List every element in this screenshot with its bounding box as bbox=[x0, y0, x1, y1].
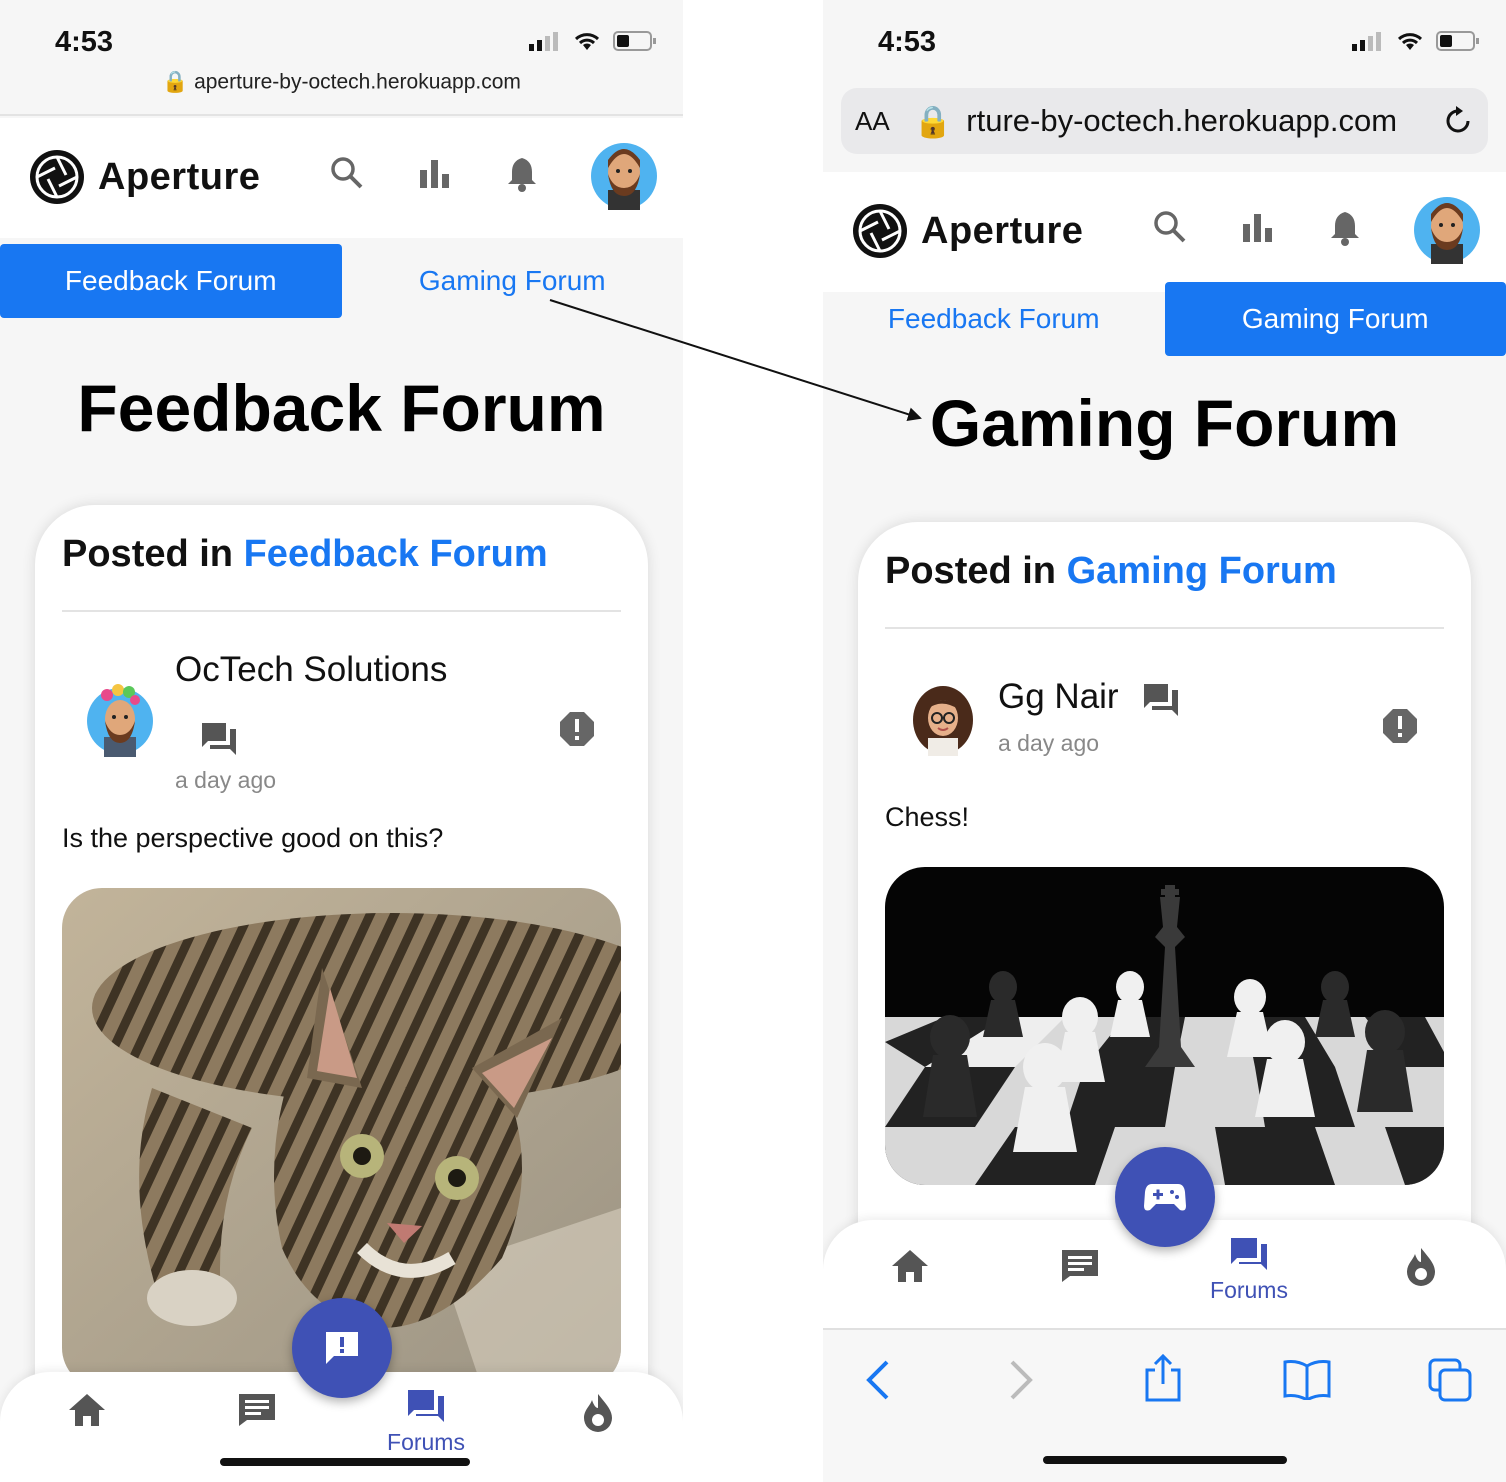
aperture-logo-icon bbox=[853, 204, 907, 258]
search-icon[interactable] bbox=[1153, 210, 1187, 244]
status-time: 4:53 bbox=[878, 26, 937, 58]
reload-icon[interactable] bbox=[1444, 105, 1474, 137]
post-text: Is the perspective good on this? bbox=[62, 823, 444, 853]
report-icon[interactable] bbox=[1382, 708, 1418, 744]
forum-tabs: Feedback Forum Gaming Forum bbox=[823, 282, 1506, 356]
post-image-chess[interactable] bbox=[885, 867, 1444, 1185]
nav-trending[interactable] bbox=[1376, 1246, 1466, 1291]
tabs-icon[interactable] bbox=[1428, 1358, 1472, 1402]
post-time: a day ago bbox=[998, 730, 1100, 756]
url-text: rture-by-octech.herokuapp.com bbox=[966, 103, 1398, 138]
divider bbox=[885, 627, 1444, 629]
chess-photo bbox=[885, 867, 1444, 1185]
home-indicator[interactable] bbox=[220, 1458, 470, 1466]
bookmarks-icon[interactable] bbox=[1283, 1358, 1331, 1400]
share-icon[interactable] bbox=[1143, 1354, 1183, 1402]
app-header: Aperture bbox=[823, 172, 1506, 292]
phone-screen-gaming: 4:53 AA 🔒 rture-by-octech.herokuapp.com … bbox=[823, 0, 1506, 1482]
url-text: aperture-by-octech.herokuapp.com bbox=[194, 70, 521, 94]
back-icon[interactable] bbox=[863, 1358, 891, 1402]
forum-chat-icon bbox=[202, 723, 236, 755]
posted-forum-link[interactable]: Feedback Forum bbox=[244, 533, 548, 575]
home-indicator[interactable] bbox=[1043, 1456, 1287, 1464]
wifi-icon bbox=[574, 33, 600, 50]
status-time: 4:53 bbox=[55, 26, 114, 58]
gamepad-icon bbox=[1144, 1184, 1186, 1211]
author-avatar[interactable] bbox=[85, 681, 155, 757]
page-title: Feedback Forum bbox=[77, 371, 606, 445]
aperture-logo-icon bbox=[30, 150, 84, 204]
logo[interactable]: Aperture bbox=[28, 148, 260, 206]
tab-gaming-forum[interactable]: Gaming Forum bbox=[342, 244, 684, 318]
tab-feedback-forum[interactable]: Feedback Forum bbox=[0, 244, 342, 318]
home-icon bbox=[69, 1394, 105, 1426]
gaming-fab[interactable] bbox=[1115, 1147, 1215, 1247]
address-bar[interactable]: AA 🔒 rture-by-octech.herokuapp.com bbox=[841, 88, 1488, 154]
author-avatar[interactable] bbox=[908, 680, 978, 756]
brand-name: Aperture bbox=[921, 209, 1084, 252]
phone-screen-feedback: 4:53 🔒 aperture-by-octech.herokuapp.com … bbox=[0, 0, 683, 1482]
forums-icon bbox=[1231, 1238, 1267, 1270]
nav-messages[interactable] bbox=[212, 1392, 302, 1433]
posted-prefix: Posted in bbox=[62, 533, 234, 575]
user-avatar[interactable] bbox=[1414, 192, 1480, 264]
flame-icon bbox=[1407, 1248, 1435, 1286]
nav-home[interactable] bbox=[865, 1248, 955, 1289]
address-bar[interactable]: 🔒 aperture-by-octech.herokuapp.com bbox=[0, 70, 683, 116]
flame-icon bbox=[584, 1394, 612, 1432]
report-icon[interactable] bbox=[559, 711, 595, 747]
tab-gaming-forum[interactable]: Gaming Forum bbox=[1164, 282, 1506, 356]
status-icons bbox=[529, 30, 657, 52]
nav-forums-label: Forums bbox=[387, 1429, 465, 1455]
logo[interactable]: Aperture bbox=[851, 202, 1083, 260]
author-name[interactable]: OcTech Solutions bbox=[175, 650, 447, 690]
nav-forums[interactable]: Forums bbox=[381, 1388, 471, 1456]
post-text: Chess! bbox=[885, 802, 970, 832]
wifi-icon bbox=[1397, 33, 1423, 50]
forum-chat-icon bbox=[1144, 684, 1178, 716]
nav-home[interactable] bbox=[42, 1392, 132, 1433]
app-header: Aperture bbox=[0, 118, 683, 238]
page-title: Gaming Forum bbox=[929, 386, 1400, 460]
brand-name: Aperture bbox=[98, 155, 261, 198]
message-icon bbox=[239, 1394, 275, 1426]
post-card: Posted in Gaming Forum Gg Nair a day ago… bbox=[858, 522, 1471, 1242]
home-icon bbox=[892, 1250, 928, 1282]
report-fab[interactable] bbox=[292, 1298, 392, 1398]
status-bar: 4:53 bbox=[823, 0, 1506, 70]
post-time: a day ago bbox=[175, 767, 277, 793]
message-icon bbox=[1062, 1250, 1098, 1282]
forward-icon[interactable] bbox=[1008, 1358, 1036, 1402]
search-icon[interactable] bbox=[330, 156, 364, 190]
lock-icon: 🔒 bbox=[162, 70, 189, 94]
stats-icon[interactable] bbox=[418, 156, 452, 190]
forums-icon bbox=[408, 1390, 444, 1422]
user-avatar[interactable] bbox=[591, 138, 657, 210]
status-bar: 4:53 bbox=[0, 0, 683, 70]
bell-icon[interactable] bbox=[505, 156, 539, 192]
status-icons bbox=[1352, 30, 1480, 52]
posted-in-label: Posted in Feedback Forum bbox=[62, 533, 548, 576]
text-size-button[interactable]: AA bbox=[855, 106, 890, 137]
nav-forums-label: Forums bbox=[1210, 1277, 1288, 1303]
feedback-icon bbox=[326, 1332, 358, 1364]
bell-icon[interactable] bbox=[1328, 210, 1362, 246]
nav-trending[interactable] bbox=[553, 1392, 643, 1437]
divider bbox=[62, 610, 621, 612]
nav-forums[interactable]: Forums bbox=[1204, 1236, 1294, 1304]
posted-prefix: Posted in bbox=[885, 550, 1057, 592]
tab-feedback-forum[interactable]: Feedback Forum bbox=[823, 282, 1165, 356]
signal-icon bbox=[529, 32, 558, 51]
author-name[interactable]: Gg Nair bbox=[998, 677, 1119, 717]
nav-messages[interactable] bbox=[1035, 1248, 1125, 1289]
battery-icon bbox=[613, 31, 656, 51]
posted-forum-link[interactable]: Gaming Forum bbox=[1067, 550, 1337, 592]
lock-icon: 🔒 bbox=[913, 103, 953, 139]
signal-icon bbox=[1352, 32, 1381, 51]
battery-icon bbox=[1436, 31, 1479, 51]
forum-tabs: Feedback Forum Gaming Forum bbox=[0, 244, 683, 318]
comparison-stage: 4:53 🔒 aperture-by-octech.herokuapp.com … bbox=[0, 0, 1506, 1482]
posted-in-label: Posted in Gaming Forum bbox=[885, 550, 1337, 593]
stats-icon[interactable] bbox=[1241, 210, 1275, 244]
